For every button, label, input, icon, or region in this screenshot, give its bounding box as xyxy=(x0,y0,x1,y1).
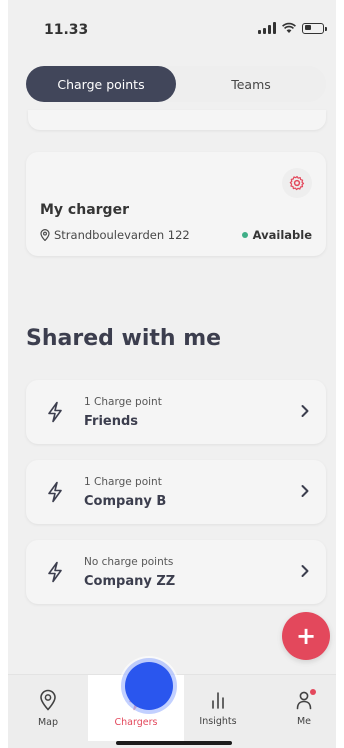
team-name: Company B xyxy=(84,494,167,509)
team-subtitle: 1 Charge point xyxy=(84,476,162,488)
location-pin-icon xyxy=(40,229,50,241)
nav-label: Chargers xyxy=(114,716,158,728)
charger-address: Strandboulevarden 122 xyxy=(40,228,190,242)
view-switch: Charge points Teams xyxy=(26,66,326,102)
team-subtitle: No charge points xyxy=(84,556,174,568)
chevron-right-icon xyxy=(301,485,309,497)
bolt-icon xyxy=(48,481,62,503)
status-icons xyxy=(258,22,327,34)
charger-settings-button[interactable] xyxy=(282,168,312,198)
team-name: Company ZZ xyxy=(84,574,176,589)
charger-status-text: Available xyxy=(252,228,312,242)
charger-address-text: Strandboulevarden 122 xyxy=(54,228,190,242)
bolt-icon xyxy=(48,401,62,423)
bolt-icon xyxy=(48,561,62,583)
team-card-company-b[interactable]: 1 Charge point Company B xyxy=(26,460,326,524)
charger-status: Available xyxy=(241,228,312,242)
nav-label: Insights xyxy=(199,715,237,727)
team-subtitle: 1 Charge point xyxy=(84,396,162,408)
home-indicator xyxy=(116,741,232,745)
touch-indicator xyxy=(125,662,173,710)
nav-item-map[interactable]: Map xyxy=(18,675,78,741)
wifi-icon xyxy=(282,22,296,33)
charger-card-partial[interactable] xyxy=(28,110,326,130)
charger-name: My charger xyxy=(40,202,129,218)
team-card-company-zz[interactable]: No charge points Company ZZ xyxy=(26,540,326,604)
signal-icon xyxy=(258,22,276,34)
team-name: Friends xyxy=(84,414,139,429)
map-pin-icon xyxy=(40,689,56,711)
phone-screen: 11.33 Charge points Teams My charger Str… xyxy=(8,0,336,748)
nav-item-insights[interactable]: Insights xyxy=(188,675,248,741)
nav-label: Me xyxy=(296,715,312,727)
section-title-shared: Shared with me xyxy=(26,326,222,351)
charger-card[interactable]: My charger Strandboulevarden 122 Availab… xyxy=(26,152,326,256)
gear-icon xyxy=(289,175,305,191)
nav-item-me[interactable]: Me xyxy=(274,675,334,741)
status-time: 11.33 xyxy=(44,22,89,38)
team-card-friends[interactable]: 1 Charge point Friends xyxy=(26,380,326,444)
chevron-right-icon xyxy=(301,405,309,417)
nav-label: Map xyxy=(37,716,59,728)
chevron-right-icon xyxy=(301,565,309,577)
bar-chart-icon xyxy=(212,691,224,709)
status-dot xyxy=(241,232,248,238)
tab-teams[interactable]: Teams xyxy=(176,66,326,102)
tab-charge-points[interactable]: Charge points xyxy=(26,66,176,102)
notification-dot xyxy=(310,689,316,695)
battery-icon xyxy=(302,22,327,34)
add-button[interactable]: + xyxy=(282,612,330,660)
